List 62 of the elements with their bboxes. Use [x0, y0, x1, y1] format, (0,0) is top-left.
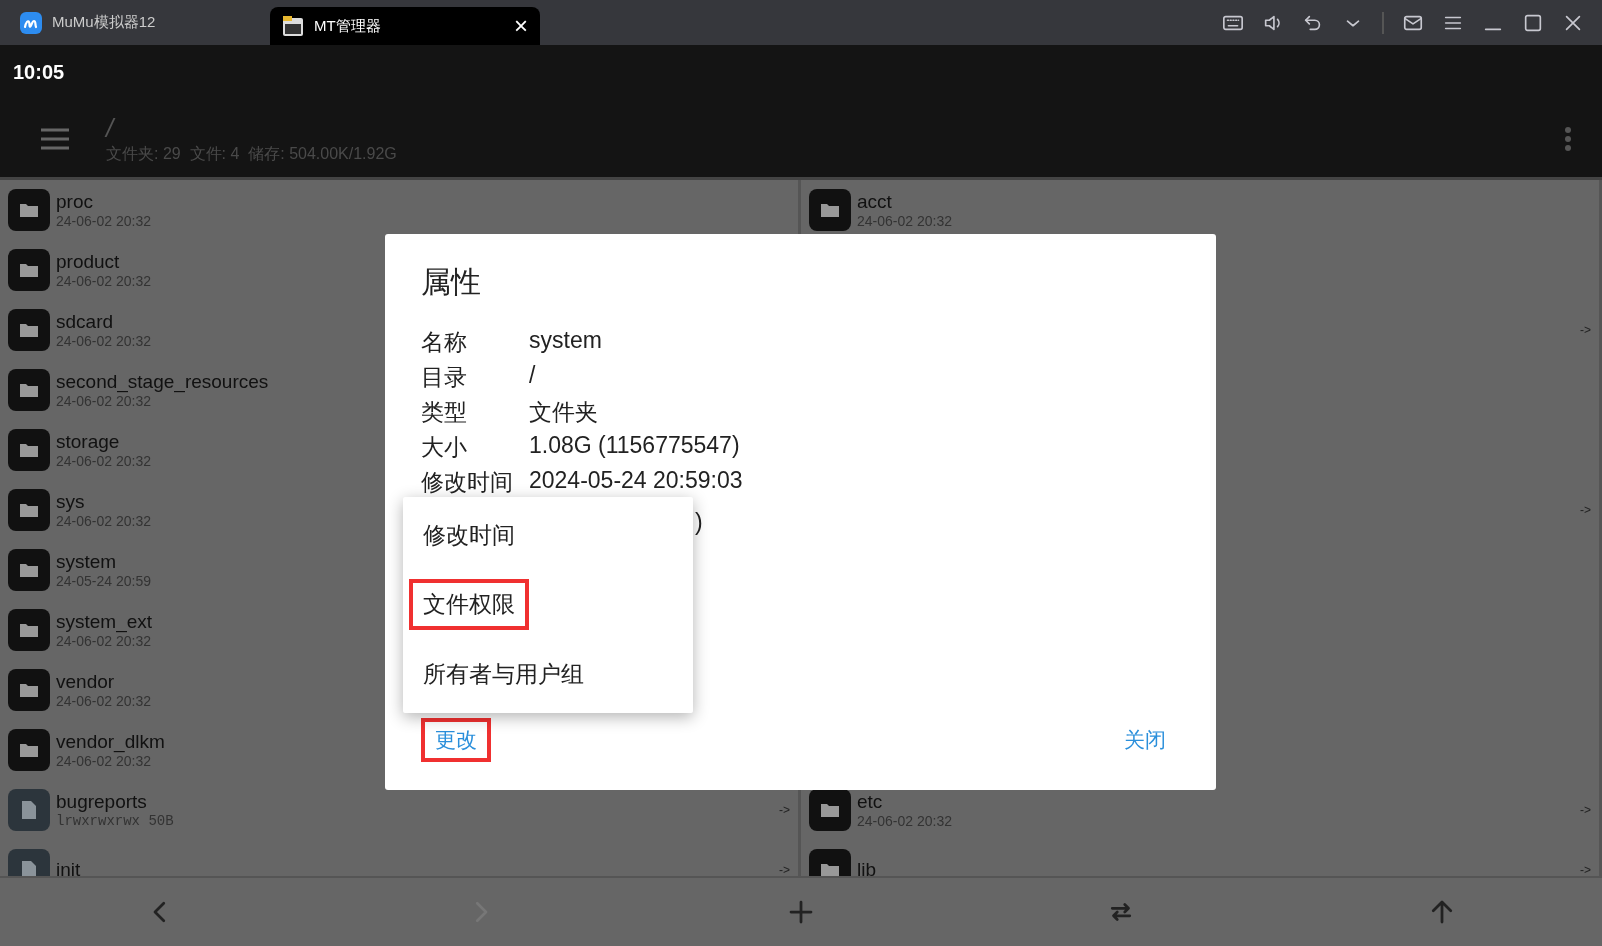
file-name[interactable]: lib — [857, 859, 876, 876]
file-name[interactable]: sdcard — [56, 311, 114, 333]
file-name[interactable]: bugreports — [56, 791, 147, 813]
file-name[interactable]: vendor — [56, 671, 115, 693]
dialog-button[interactable]: 关闭 — [1110, 718, 1180, 762]
file-name[interactable]: vendor_dlkm — [56, 731, 165, 753]
symlink-arrow: -> — [1580, 863, 1591, 876]
folder-icon — [19, 202, 39, 218]
property-label: 类型 — [421, 398, 467, 427]
property-value: 1.08G (1156775547) — [529, 432, 740, 460]
folder-icon — [19, 502, 39, 518]
menu-item[interactable]: 修改时间 — [409, 510, 529, 562]
current-path: / — [106, 112, 114, 144]
clock: 10:05 — [13, 61, 65, 84]
file-name[interactable]: product — [56, 251, 120, 273]
file-name[interactable]: storage — [56, 431, 120, 453]
file-name[interactable]: sys — [56, 491, 85, 513]
property-value: ) — [695, 509, 703, 536]
property-value: 文件夹 — [529, 398, 598, 427]
folder-icon — [19, 682, 39, 698]
app-logo-icon — [282, 15, 304, 37]
folder-icon — [820, 202, 840, 218]
folder-icon — [19, 562, 39, 578]
menu-icon[interactable] — [40, 127, 70, 150]
folder-icon — [820, 802, 840, 818]
file-name[interactable]: init — [56, 859, 81, 876]
symlink-arrow: -> — [779, 803, 790, 817]
more-options-icon[interactable] — [1564, 125, 1572, 152]
file-name[interactable]: etc — [857, 791, 883, 813]
app-logo-icon — [20, 11, 42, 34]
property-label: 目录 — [421, 363, 467, 392]
folder-icon — [19, 622, 39, 638]
folder-icon — [19, 742, 39, 758]
menu-item[interactable]: 所有者与用户组 — [409, 648, 598, 700]
folder-icon — [19, 322, 39, 338]
property-label: 名称 — [421, 328, 467, 357]
property-label: 修改时间 — [421, 468, 513, 497]
file-name[interactable]: system_ext — [56, 611, 153, 633]
menu-item[interactable]: 文件权限 — [409, 579, 529, 631]
dialog-button[interactable]: 更改 — [421, 718, 491, 762]
property-value: / — [529, 362, 536, 390]
symlink-arrow: -> — [1580, 803, 1591, 817]
tab-label: MuMu模拟器12 — [52, 13, 157, 32]
property-value: system — [529, 327, 602, 355]
folder-icon — [19, 442, 39, 458]
window-tab[interactable]: MuMu模拟器12 — [8, 0, 270, 45]
file-icon — [21, 800, 37, 820]
file-name[interactable]: proc — [56, 191, 93, 213]
symlink-arrow: -> — [779, 863, 790, 876]
tab-label: MT管理器 — [314, 16, 382, 36]
file-name[interactable]: system — [56, 551, 117, 573]
property-label: 大小 — [421, 433, 467, 462]
folder-icon — [19, 382, 39, 398]
symlink-arrow: -> — [1580, 323, 1591, 337]
file-name[interactable]: second_stage_resources — [56, 371, 269, 393]
symlink-arrow: -> — [1580, 503, 1591, 517]
file-name[interactable]: acct — [857, 191, 892, 213]
property-value: 2024-05-24 20:59:03 — [529, 467, 743, 495]
folder-icon — [19, 262, 39, 278]
dialog-title: 属性 — [421, 264, 481, 300]
close-tab-button[interactable]: × — [514, 14, 528, 38]
window-tab[interactable]: MT管理器 × — [270, 7, 540, 45]
